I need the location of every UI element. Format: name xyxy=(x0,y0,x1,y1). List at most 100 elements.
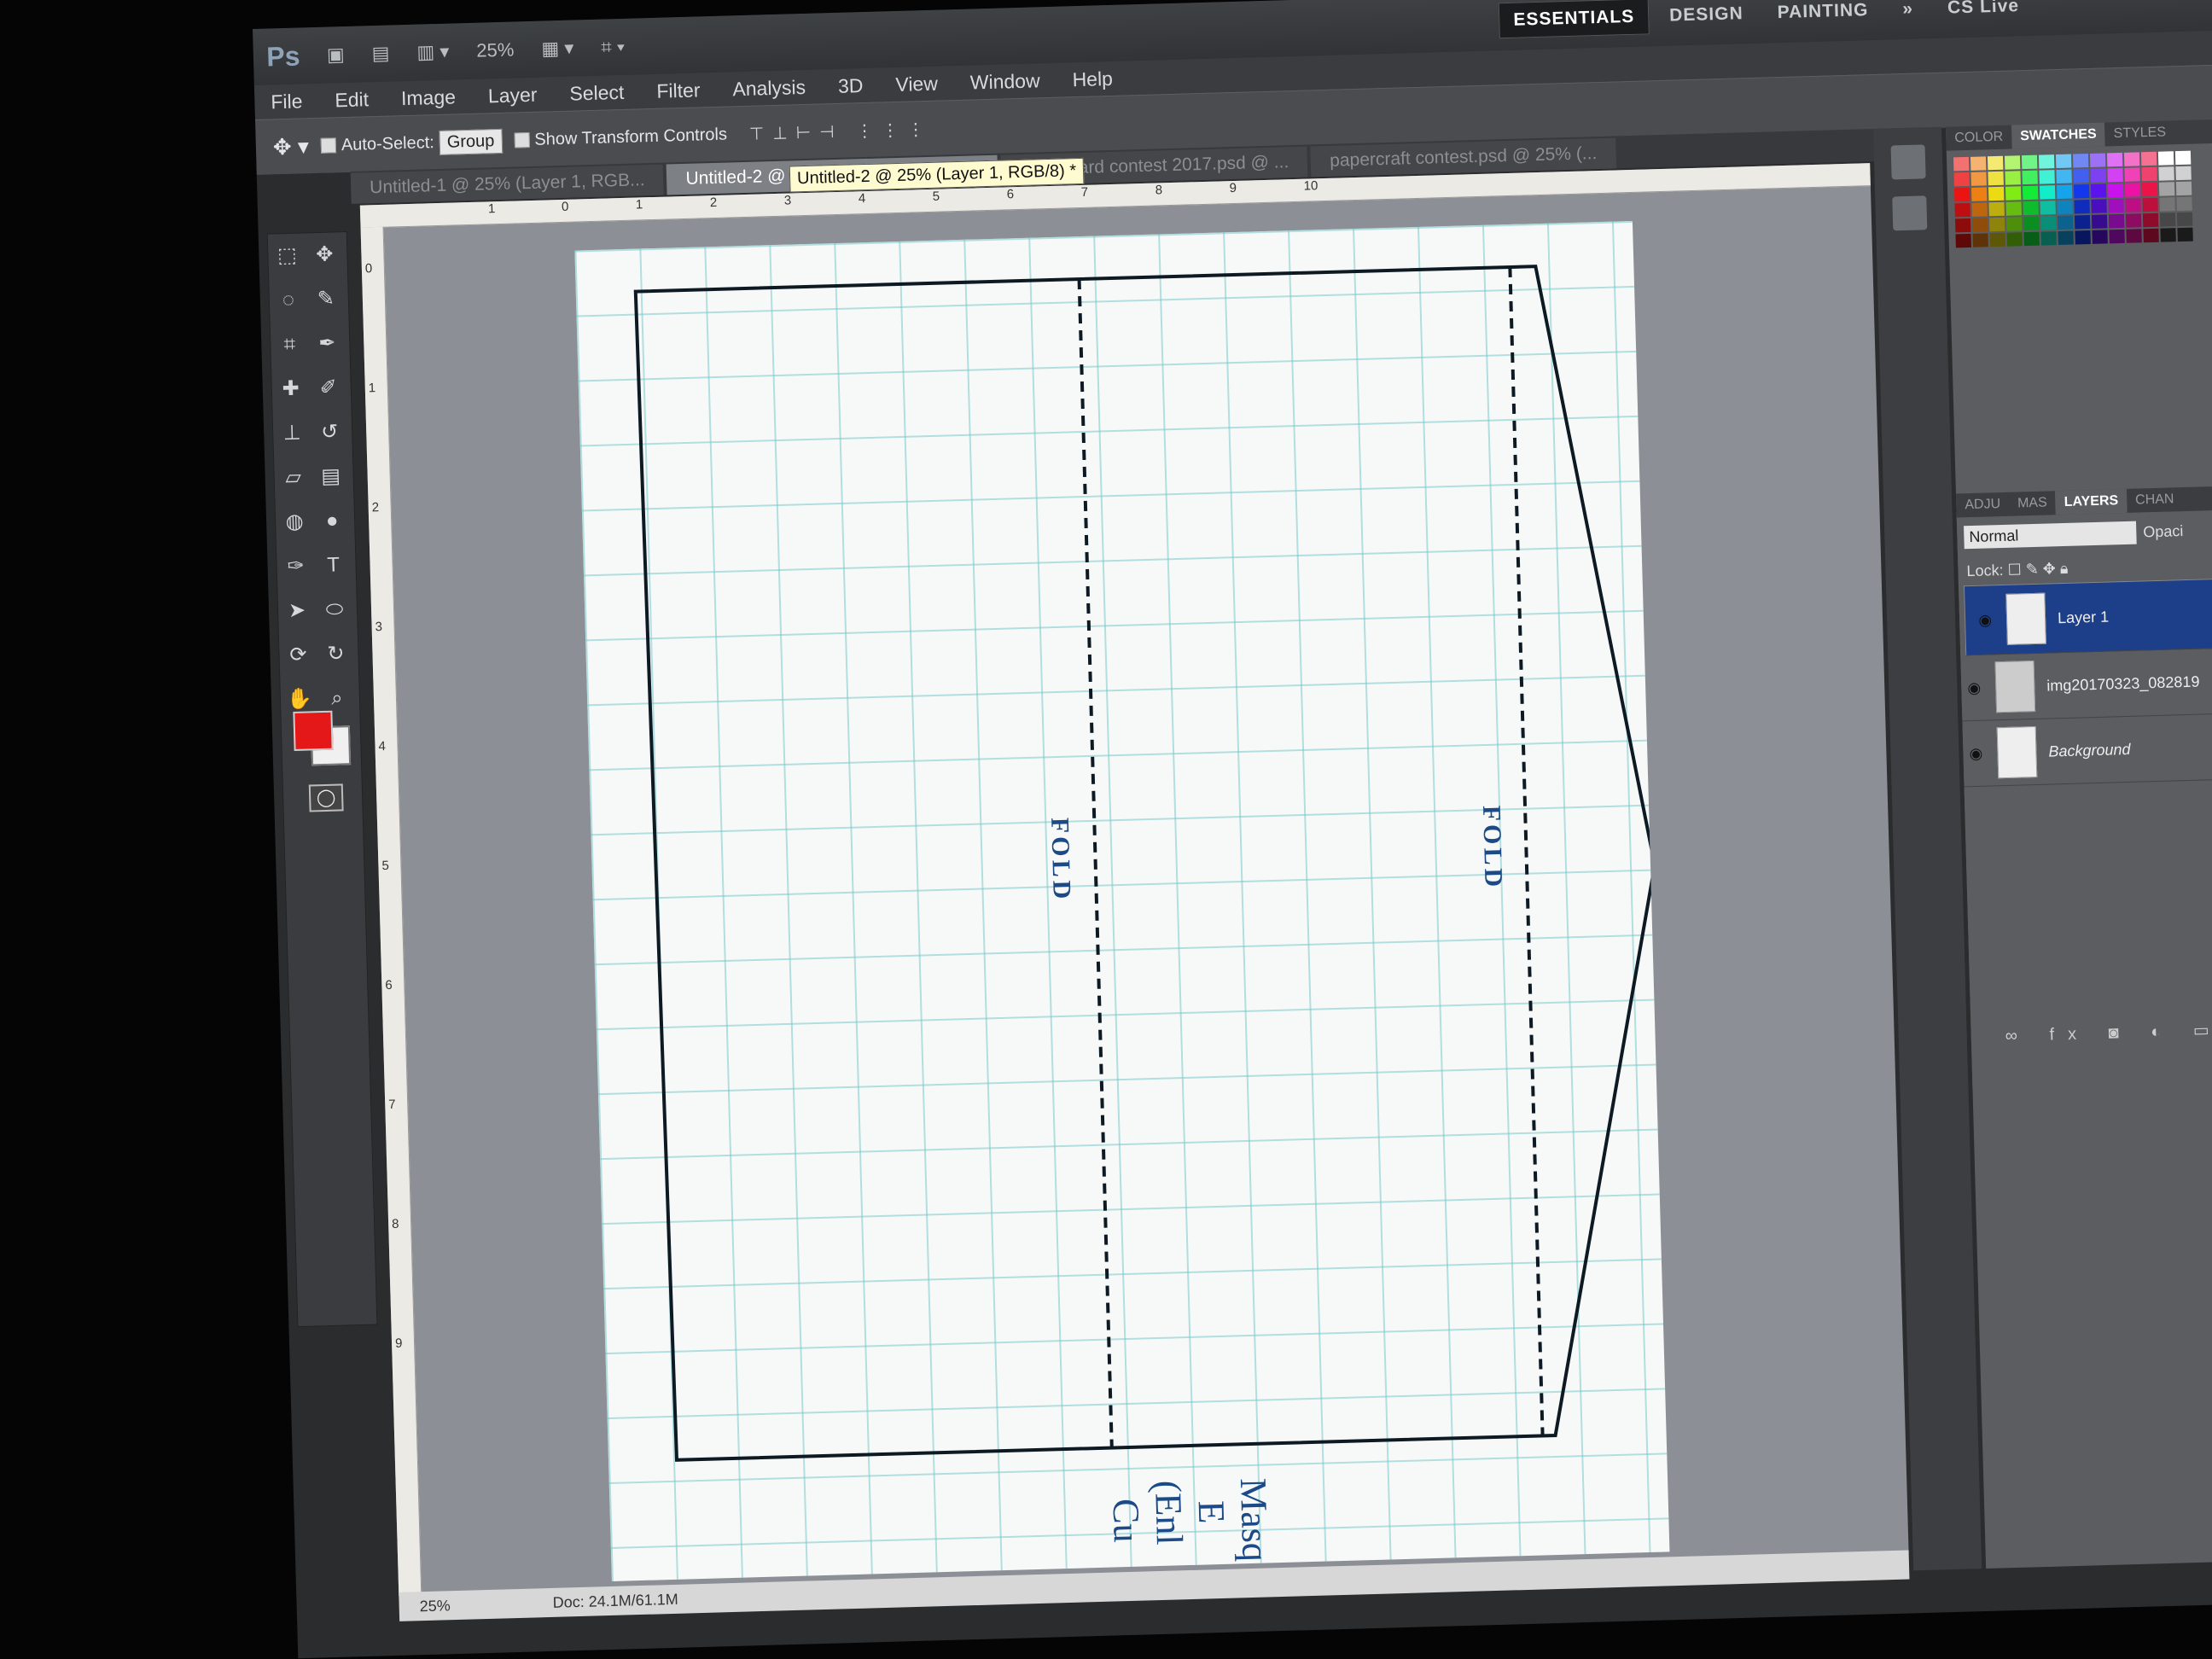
view-extras-icon[interactable]: ▥ ▾ xyxy=(416,41,450,64)
swatch-cell[interactable] xyxy=(1988,217,2005,232)
swatch-cell[interactable] xyxy=(2058,230,2074,246)
swatch-cell[interactable] xyxy=(2023,231,2040,247)
menu-analysis[interactable]: Analysis xyxy=(732,75,806,100)
swatch-cell[interactable] xyxy=(2038,154,2055,169)
swatch-cell[interactable] xyxy=(1954,218,1971,233)
swatch-cell[interactable] xyxy=(1987,155,2004,171)
menu-3d[interactable]: 3D xyxy=(838,74,864,98)
arrange-documents-icon[interactable]: ▦ ▾ xyxy=(541,38,574,61)
swatch-cell[interactable] xyxy=(2108,198,2124,213)
quick-select-tool-icon[interactable]: ✎ xyxy=(310,283,341,315)
swatch-cell[interactable] xyxy=(1971,202,1988,217)
swatch-cell[interactable] xyxy=(2108,213,2125,229)
swatch-cell[interactable] xyxy=(2021,154,2038,170)
marquee-tool-icon[interactable]: ⬚ xyxy=(271,240,303,271)
layer-row[interactable]: ◉ Background xyxy=(1962,713,2212,788)
swatch-cell[interactable] xyxy=(2004,155,2021,170)
swatch-cell[interactable] xyxy=(2158,166,2174,181)
swatch-cell[interactable] xyxy=(2073,168,2089,183)
layer-name[interactable]: Background xyxy=(2048,740,2131,760)
swatch-cell[interactable] xyxy=(2177,227,2193,242)
layer-row[interactable]: ◉ Layer 1 xyxy=(1963,578,2212,656)
swatch-cell[interactable] xyxy=(1953,172,1970,187)
quick-mask-icon[interactable]: ◯ xyxy=(308,783,344,812)
swatch-cell[interactable] xyxy=(2175,166,2192,181)
menu-file[interactable]: File xyxy=(271,90,303,114)
auto-select-dropdown[interactable]: Group xyxy=(439,128,503,155)
swatch-cell[interactable] xyxy=(2005,201,2022,216)
menu-edit[interactable]: Edit xyxy=(335,88,369,112)
canvas-paper[interactable]: FOLD FOLD Masq E (Enl Cu xyxy=(574,220,1670,1581)
swatch-cell[interactable] xyxy=(1970,187,1988,201)
swatch-cell[interactable] xyxy=(2072,153,2089,168)
swatch-cell[interactable] xyxy=(2090,183,2107,198)
swatch-cell[interactable] xyxy=(2176,212,2193,227)
tab-adjustments[interactable]: ADJU xyxy=(1956,492,2010,518)
swatch-cell[interactable] xyxy=(2074,199,2090,214)
menu-layer[interactable]: Layer xyxy=(488,83,538,108)
blur-tool-icon[interactable]: ◍ xyxy=(279,506,311,538)
screen-mode-icon[interactable]: ⌗ ▾ xyxy=(601,36,625,59)
mini-bridge-icon[interactable]: ▤ xyxy=(371,43,390,66)
swatch-cell[interactable] xyxy=(2142,197,2158,212)
clone-stamp-icon[interactable]: ⊥ xyxy=(276,417,308,449)
swatch-cell[interactable] xyxy=(1970,156,1987,171)
visibility-eye-icon[interactable]: ◉ xyxy=(1961,678,1988,697)
swatch-cell[interactable] xyxy=(2039,170,2055,184)
swatch-cell[interactable] xyxy=(2023,201,2039,216)
dodge-tool-icon[interactable]: ● xyxy=(317,505,348,537)
menu-select[interactable]: Select xyxy=(569,80,625,105)
swatch-cell[interactable] xyxy=(2040,216,2057,230)
swatch-cell[interactable] xyxy=(2022,185,2039,201)
swatch-cell[interactable] xyxy=(1988,186,2005,201)
layer-panel-footer-icons[interactable]: ∞ fx ◙ ◐ ▭ xyxy=(1970,1018,2212,1047)
swatch-cell[interactable] xyxy=(2158,182,2175,196)
visibility-eye-icon[interactable]: ◉ xyxy=(1963,744,1989,763)
swatch-cell[interactable] xyxy=(2126,229,2142,243)
swatch-cell[interactable] xyxy=(1955,233,1971,248)
swatch-cell[interactable] xyxy=(2142,212,2159,228)
swatch-cell[interactable] xyxy=(1953,156,1970,172)
zoom-tool-icon[interactable]: ⌕ xyxy=(321,683,352,714)
tab-channels[interactable]: CHAN xyxy=(2127,487,2183,513)
swatch-cell[interactable] xyxy=(1954,202,1970,218)
cs-live-button[interactable]: CS Live xyxy=(1934,0,2034,26)
layer-name[interactable]: Layer 1 xyxy=(2058,608,2110,627)
status-doc-size[interactable]: Doc: 24.1M/61.1M xyxy=(552,1590,678,1611)
swatch-cell[interactable] xyxy=(2159,197,2175,212)
swatch-cell[interactable] xyxy=(1953,187,1970,202)
eraser-tool-icon[interactable]: ▱ xyxy=(277,462,309,493)
workspace-painting[interactable]: PAINTING xyxy=(1763,0,1883,31)
tab-styles[interactable]: STYLES xyxy=(2104,120,2174,146)
swatch-cell[interactable] xyxy=(2175,181,2192,196)
auto-select-checkbox[interactable] xyxy=(320,137,337,154)
swatch-cell[interactable] xyxy=(2123,152,2140,166)
menu-window[interactable]: Window xyxy=(969,69,1040,94)
swatch-cell[interactable] xyxy=(2023,216,2040,231)
menu-image[interactable]: Image xyxy=(401,85,457,110)
swatch-cell[interactable] xyxy=(2089,153,2106,167)
swatch-cell[interactable] xyxy=(2005,186,2022,201)
swatch-cell[interactable] xyxy=(1970,172,1987,186)
vertical-ruler[interactable]: 0 1 2 3 4 5 6 7 8 9 xyxy=(360,226,422,1596)
swatch-cell[interactable] xyxy=(2057,215,2074,230)
actions-panel-icon[interactable] xyxy=(1892,195,1928,231)
swatch-cell[interactable] xyxy=(2174,150,2192,166)
layer-row[interactable]: ◉ img20170323_082819 xyxy=(1960,648,2212,722)
swatch-cell[interactable] xyxy=(2040,231,2057,246)
swatch-cell[interactable] xyxy=(2074,214,2091,230)
swatch-cell[interactable] xyxy=(2140,151,2157,166)
type-tool-icon[interactable]: T xyxy=(317,550,349,581)
swatch-cell[interactable] xyxy=(2090,168,2106,183)
swatch-cell[interactable] xyxy=(1988,201,2005,217)
swatch-cell[interactable] xyxy=(2092,230,2108,244)
blend-mode-dropdown[interactable]: Normal xyxy=(1964,521,2137,550)
shape-tool-icon[interactable]: ⬭ xyxy=(319,594,351,626)
crop-tool-icon[interactable]: ⌗ xyxy=(274,329,306,360)
lock-icons[interactable]: ☐ ✎ ✥ 🔒︎ xyxy=(2007,560,2068,579)
lasso-tool-icon[interactable]: ◌ xyxy=(272,284,304,316)
swatch-cell[interactable] xyxy=(2006,232,2023,247)
swatch-cell[interactable] xyxy=(2141,166,2157,182)
tab-swatches[interactable]: SWATCHES xyxy=(2011,122,2106,149)
swatch-cell[interactable] xyxy=(2109,229,2125,244)
